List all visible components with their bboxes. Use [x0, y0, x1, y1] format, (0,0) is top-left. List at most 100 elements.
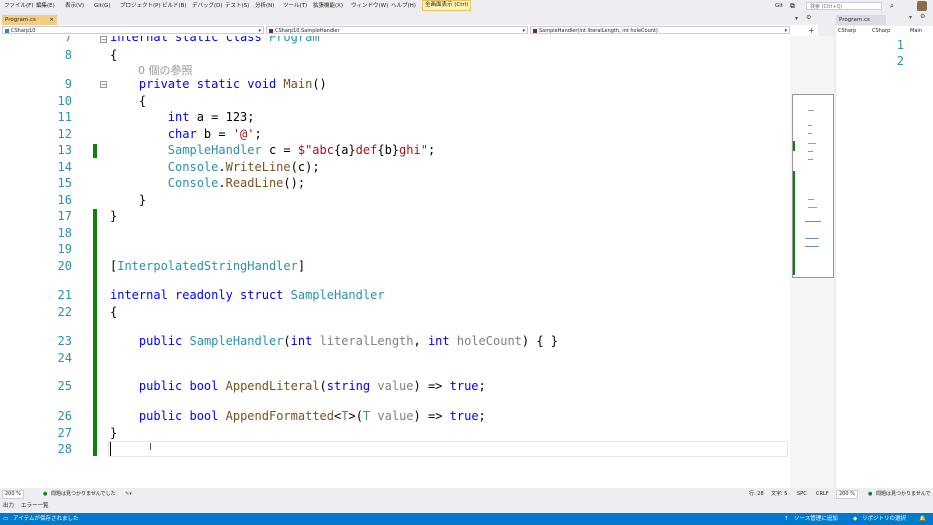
issues-label[interactable]: 問題は見つかりませんでした	[51, 489, 116, 499]
line-ending-indicator[interactable]: CRLF	[816, 489, 829, 499]
tab-dropdown-icon[interactable]: ▾	[795, 15, 798, 22]
menu-test[interactable]: テスト(S)	[225, 0, 249, 12]
code-line-10: {	[110, 94, 147, 108]
whitespace-indicator[interactable]: SPC	[797, 489, 807, 499]
line-number: 28	[57, 442, 72, 456]
tab-dropdown-icon[interactable]: ▾	[909, 14, 912, 21]
line-number: 24	[57, 351, 72, 365]
line-number: 27	[57, 426, 72, 440]
add-to-source-control-button[interactable]: ソース管理に追加	[794, 513, 838, 525]
minimap-line	[808, 125, 812, 126]
minimap-line	[805, 246, 819, 247]
menu-debug[interactable]: デバッグ(D)	[192, 0, 223, 12]
menu-project[interactable]: プロジェクト(P)	[120, 0, 161, 12]
minimap-line	[808, 143, 816, 144]
chevron-down-icon: ▾	[258, 28, 261, 34]
up-arrow-icon: ↑	[784, 516, 789, 522]
collapse-icon[interactable]: −	[100, 36, 107, 44]
change-marker	[93, 209, 97, 456]
line-number: 2	[896, 54, 904, 68]
project-dropdown[interactable]: CSharp10 ▾	[2, 26, 264, 34]
window-icon[interactable]: ⧉	[790, 0, 795, 12]
minimap-change-marker	[793, 171, 795, 275]
menu-git[interactable]: Git(G)	[94, 0, 111, 12]
code-line-13: SampleHandler c = $"abc{a}def{b}ghi";	[167, 143, 436, 157]
line-number: 20	[57, 259, 72, 273]
code-line-15: Console.ReadLine();	[167, 176, 306, 190]
menu-tools[interactable]: ツール(T)	[283, 0, 307, 12]
avatar[interactable]	[917, 1, 927, 11]
zoom-select[interactable]: 200 %	[836, 490, 858, 499]
select-repository-button[interactable]: リポジトリの選択	[862, 513, 906, 525]
type-dropdown[interactable]: CSharp10.SampleHandler ▾	[266, 26, 528, 34]
project-dropdown[interactable]: CSharp	[838, 26, 856, 36]
csharp-project-icon	[5, 29, 9, 33]
zoom-select[interactable]: 200 %	[2, 490, 24, 499]
code-line-8: {	[110, 48, 118, 62]
menu-view[interactable]: 表示(V)	[65, 0, 84, 12]
line-number: 21	[57, 288, 72, 302]
repo-icon: ◆	[853, 516, 858, 522]
scrollbar-minimap[interactable]	[792, 94, 834, 278]
chevron-down-icon: ▾	[522, 28, 525, 34]
secondary-editor-pane: Program.cs ▾ ⚙ CSharp CSharp Main 1 2 20…	[834, 13, 933, 507]
code-editor[interactable]: 7 8 9 10 11 12 13 14 15 16 17 18 19 20 2…	[0, 36, 790, 488]
type-label: CSharp10.SampleHandler	[275, 28, 340, 34]
brush-icon[interactable]: ✎▾	[125, 489, 132, 499]
status-icon: ▭	[3, 516, 9, 522]
tab-output[interactable]: 出力	[3, 500, 14, 512]
search-icon[interactable]: ⌕	[890, 0, 894, 12]
tab-program-cs[interactable]: Program.cs ×	[2, 15, 57, 25]
line-number: 12	[57, 127, 72, 141]
line-number: 8	[64, 48, 72, 62]
app-status-bar: ▭ アイテムが保存されました ↑ ソース管理に追加 ◆ リポジトリの選択 🔔	[0, 513, 933, 525]
code-line-17: }	[110, 209, 118, 223]
type-dropdown[interactable]: CSharp	[872, 26, 890, 36]
settings-gear-icon[interactable]: ⚙	[806, 14, 811, 21]
search-input[interactable]: 検索 (Ctrl+Q)	[806, 2, 882, 10]
line-indicator[interactable]: 行: 28	[749, 489, 764, 499]
split-add-icon[interactable]: +	[808, 25, 815, 36]
menu-bar: ファイル(F) 編集(E) 表示(V) Git(G) プロジェクト(P) ビルド…	[0, 0, 933, 12]
project-label: CSharp10	[11, 28, 36, 34]
chevron-down-icon: ▾	[784, 28, 787, 34]
line-number: 23	[57, 334, 72, 348]
git-badge[interactable]: Git	[775, 0, 783, 12]
tab-error-list[interactable]: エラー一覧	[21, 500, 49, 512]
menu-edit[interactable]: 編集(E)	[36, 0, 55, 12]
line-number: 25	[57, 379, 72, 393]
settings-gear-icon[interactable]: ⚙	[920, 13, 925, 20]
code-line-21: internal readonly struct SampleHandler	[110, 288, 385, 302]
member-dropdown[interactable]: SampleHandler(int literalLength, int hol…	[530, 26, 790, 34]
member-label: SampleHandler(int literalLength, int hol…	[539, 28, 658, 34]
fullscreen-button[interactable]: 全画面表示 (Ctrl)	[422, 0, 472, 11]
code-line-7: internal static class Program	[110, 36, 320, 44]
ibeam-cursor-icon: I	[149, 442, 152, 453]
menu-analyze[interactable]: 分析(N)	[255, 0, 274, 12]
minimap-line	[805, 221, 821, 222]
line-number: 22	[57, 305, 72, 319]
line-number: 19	[57, 242, 72, 256]
code-line-11: int a = 123;	[167, 110, 255, 124]
secondary-code-editor[interactable]: 1 2	[836, 36, 933, 488]
line-number: 17	[57, 209, 72, 223]
minimap-line	[808, 133, 812, 134]
close-icon[interactable]: ×	[49, 15, 54, 25]
column-indicator[interactable]: 文字: 5	[771, 489, 787, 499]
line-number: 18	[57, 226, 72, 240]
reference-count-codelens[interactable]: 0 個の参照	[138, 62, 193, 78]
editor-scrollbar[interactable]	[790, 36, 834, 488]
menu-build[interactable]: ビルド(B)	[162, 0, 187, 12]
menu-help[interactable]: ヘルプ(H)	[391, 0, 416, 12]
member-dropdown[interactable]: Main	[910, 26, 922, 36]
code-line-12: char b = '@';	[167, 127, 262, 141]
collapse-icon[interactable]: −	[100, 81, 107, 89]
menu-file[interactable]: ファイル(F)	[4, 0, 33, 12]
line-number: 14	[57, 160, 72, 174]
tab-program-cs-secondary[interactable]: Program.cs	[836, 15, 886, 25]
notifications-bell-icon[interactable]: 🔔	[919, 513, 926, 525]
minimap-change-marker	[793, 141, 795, 151]
menu-window[interactable]: ウィンドウ(W)	[351, 0, 388, 12]
menu-extensions[interactable]: 拡張機能(X)	[313, 0, 343, 12]
line-number: 16	[57, 193, 72, 207]
